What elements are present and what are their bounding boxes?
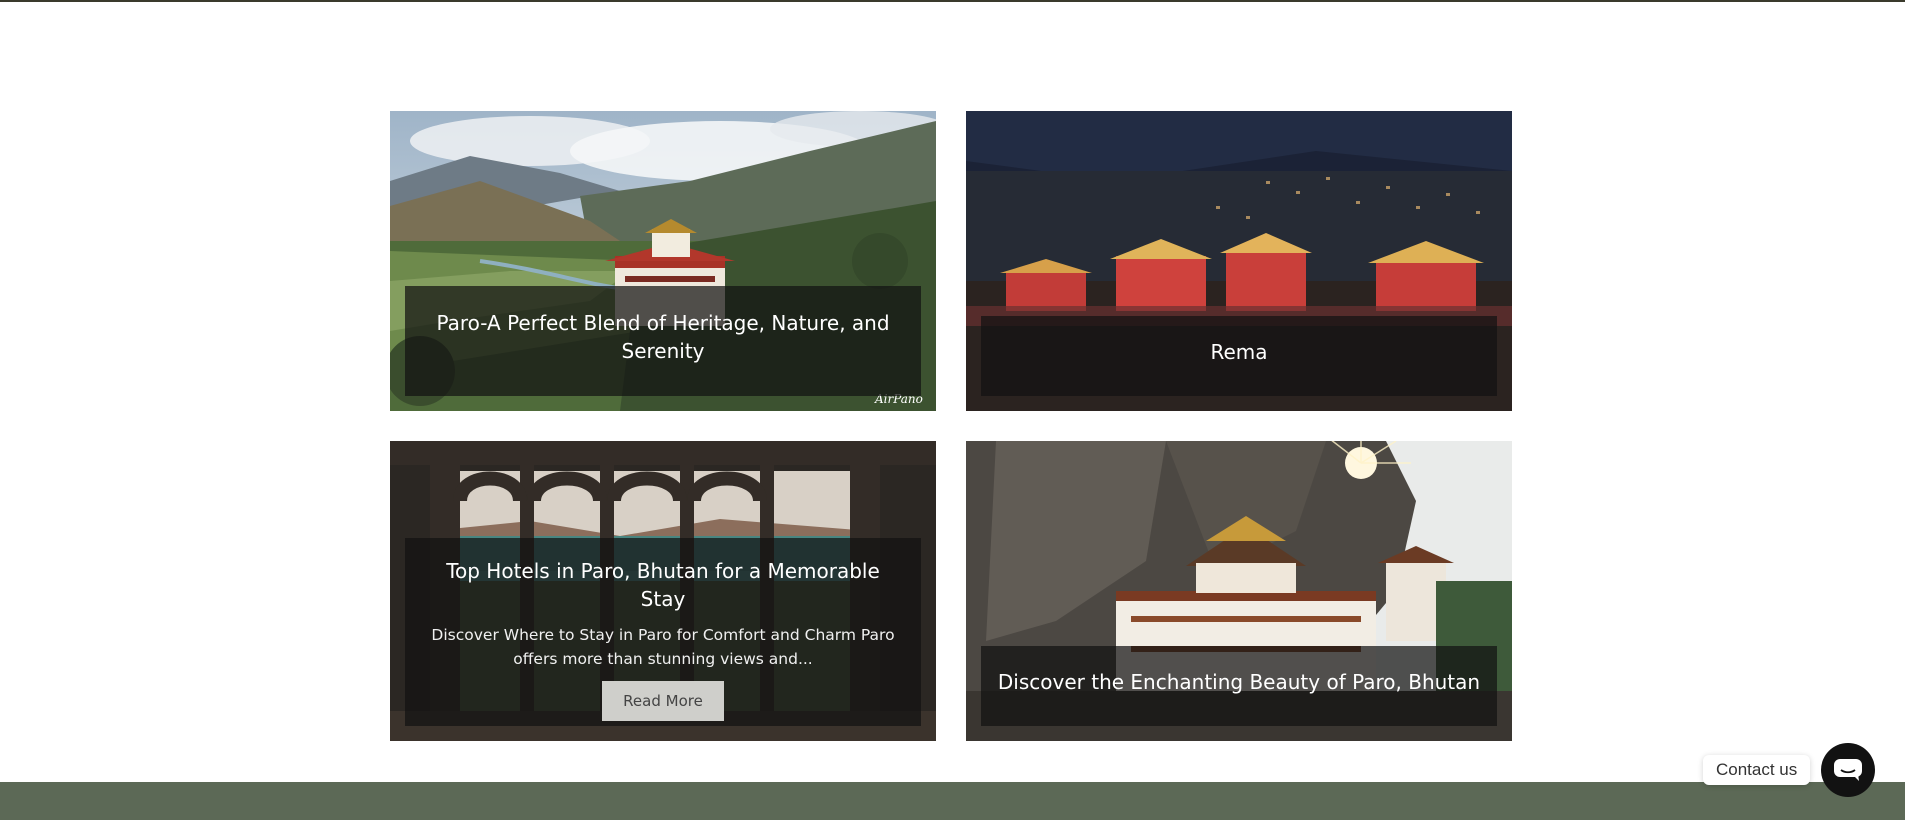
- blog-card-enchanting-paro[interactable]: Discover the Enchanting Beauty of Paro, …: [966, 441, 1512, 741]
- read-more-button[interactable]: Read More: [602, 681, 724, 721]
- card-excerpt: Discover Where to Stay in Paro for Comfo…: [431, 626, 895, 668]
- card-caption-overlay: Paro-A Perfect Blend of Heritage, Nature…: [405, 286, 921, 396]
- card-caption-overlay: Rema: [981, 316, 1497, 396]
- blog-card-top-hotels[interactable]: Top Hotels in Paro, Bhutan for a Memorab…: [390, 441, 936, 741]
- blog-card-rema[interactable]: Rema: [966, 111, 1512, 411]
- card-title[interactable]: Discover the Enchanting Beauty of Paro, …: [981, 668, 1497, 696]
- card-title[interactable]: Top Hotels in Paro, Bhutan for a Memorab…: [425, 557, 901, 613]
- card-caption-overlay: Top Hotels in Paro, Bhutan for a Memorab…: [405, 538, 921, 726]
- footer-band: [0, 782, 1905, 820]
- blog-card-grid: AirPano Paro-A Perfect Blend of Heritage…: [390, 111, 1512, 741]
- card-caption-overlay: Discover the Enchanting Beauty of Paro, …: [981, 646, 1497, 726]
- blog-card-paro-heritage[interactable]: AirPano Paro-A Perfect Blend of Heritage…: [390, 111, 936, 411]
- card-title[interactable]: Rema: [981, 338, 1497, 366]
- card-title[interactable]: Paro-A Perfect Blend of Heritage, Nature…: [405, 309, 921, 365]
- contact-chat-button[interactable]: [1821, 743, 1875, 797]
- top-border-strip: [0, 0, 1905, 2]
- chat-bubble-icon: [1834, 759, 1862, 781]
- contact-us-label[interactable]: Contact us: [1703, 755, 1811, 785]
